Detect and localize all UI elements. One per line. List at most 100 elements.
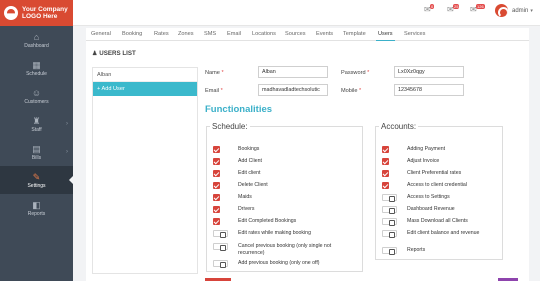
permission-row: Adding Payment — [382, 146, 445, 153]
notification-badge: 0 — [430, 4, 435, 9]
permission-row: Add previous booking (only one off) — [213, 260, 336, 268]
permission-row: Edit rates while making booking — [213, 230, 311, 238]
tab-zones[interactable]: Zones — [178, 31, 194, 37]
accounts-group: Accounts: Adding Payment Adjust Invoice Cl… — [375, 122, 503, 260]
permission-label: Drivers — [238, 206, 255, 212]
permission-label: Edit rates while making booking — [238, 230, 311, 236]
checked-toggle[interactable] — [382, 158, 389, 165]
customers-icon: ☺ — [31, 87, 42, 98]
email-field[interactable]: madhavadladtechsolutic — [258, 84, 328, 96]
user-avatar[interactable] — [495, 4, 508, 17]
sidebar: Your Company LOGO Here ⌂ Dashboard ▦ Schedu… — [0, 0, 74, 281]
checked-toggle[interactable] — [382, 182, 389, 189]
sidebar-item-label: Staff — [31, 126, 42, 133]
sidebar-item-settings[interactable]: ✎ Settings — [0, 166, 74, 194]
mobile-field[interactable]: 12345678 — [394, 84, 464, 96]
sidebar-nav: ⌂ Dashboard ▦ Schedule ☺ Customers ♜ Staff › ▤ Bil… — [0, 26, 74, 222]
sidebar-item-reports[interactable]: ◧ Reports — [0, 194, 73, 222]
sidebar-item-label: Bills — [31, 154, 42, 161]
permission-label: Reports — [407, 247, 426, 253]
permission-row: Edit Completed Bookings — [213, 218, 296, 225]
sidebar-item-label: Settings — [27, 182, 46, 189]
sidebar-item-dashboard[interactable]: ⌂ Dashboard — [0, 26, 73, 54]
logo-line-2: LOGO Here — [22, 13, 58, 20]
permission-label: Maids — [238, 194, 252, 200]
logo-icon — [4, 6, 18, 20]
tab-events[interactable]: Events — [316, 31, 333, 37]
notification-bell-1[interactable]: ✉ 0 — [424, 4, 438, 19]
checked-toggle[interactable] — [213, 218, 220, 225]
checked-toggle[interactable] — [382, 146, 389, 153]
sidebar-item-staff[interactable]: ♜ Staff › — [0, 110, 73, 138]
permission-row: Cancel previous booking (only single not… — [213, 243, 336, 256]
permission-label: Client Preferential rates — [407, 170, 462, 176]
permission-row: Bookings — [213, 146, 259, 153]
checked-toggle[interactable] — [382, 170, 389, 177]
tab-booking[interactable]: Booking — [122, 31, 142, 37]
name-field[interactable]: Alban — [258, 66, 328, 78]
chevron-down-icon: ▾ — [530, 8, 533, 14]
logo-line-1: Your Company — [22, 6, 68, 13]
permission-label: Dashboard Revenue — [407, 206, 455, 212]
permission-row: Maids — [213, 194, 252, 201]
unchecked-toggle[interactable] — [213, 260, 228, 268]
permission-row: Reports — [382, 247, 426, 255]
permission-row: Adjust Invoice — [382, 158, 439, 165]
checked-toggle[interactable] — [213, 158, 220, 165]
checked-toggle[interactable] — [213, 206, 220, 213]
tab-rates[interactable]: Rates — [154, 31, 169, 37]
unchecked-toggle[interactable] — [382, 218, 397, 226]
user-list-item[interactable]: Alban — [93, 68, 197, 82]
tab-users[interactable]: Users — [376, 31, 395, 41]
notification-badge: 25 — [453, 4, 460, 9]
mobile-label: Mobile * — [341, 88, 362, 94]
reports-icon: ◧ — [32, 199, 41, 210]
tab-locations[interactable]: Locations — [252, 31, 276, 37]
company-logo[interactable]: Your Company LOGO Here — [0, 0, 73, 26]
tab-sources[interactable]: Sources — [285, 31, 306, 37]
checked-toggle[interactable] — [213, 182, 220, 189]
user-menu[interactable]: admin ▾ — [512, 8, 533, 14]
sidebar-item-label: Reports — [27, 210, 46, 217]
add-user-button[interactable]: + Add User — [93, 82, 197, 96]
bills-icon: ▤ — [32, 143, 41, 154]
permission-label: Access to Settings — [407, 194, 450, 200]
sidebar-item-label: Customers — [24, 98, 49, 105]
users-list-title: ♟ USERS LIST — [92, 50, 136, 57]
unchecked-toggle[interactable] — [382, 206, 397, 214]
unchecked-toggle[interactable] — [213, 230, 228, 238]
permission-label: Add Client — [238, 158, 262, 164]
permission-row: Mass Download all Clients — [382, 218, 468, 226]
unchecked-toggle[interactable] — [382, 247, 397, 255]
unchecked-toggle[interactable] — [382, 194, 397, 202]
sidebar-item-bills[interactable]: ▤ Bills › — [0, 138, 73, 166]
calendar-icon: ▦ — [32, 59, 41, 70]
user-icon: ♟ — [92, 50, 98, 57]
tab-template[interactable]: Template — [343, 31, 366, 37]
notification-badge: 126 — [476, 4, 485, 9]
tab-general[interactable]: General — [91, 31, 111, 37]
permission-row: Client Preferential rates — [382, 170, 461, 177]
notification-bell-2[interactable]: ✉ 25 — [447, 4, 461, 19]
password-label: Password * — [341, 70, 370, 76]
password-field[interactable]: Lx0Xz0qgy — [394, 66, 464, 78]
permission-label: Adding Payment — [407, 146, 446, 152]
tab-sms[interactable]: SMS — [204, 31, 216, 37]
notification-bell-3[interactable]: ✉ 126 — [470, 4, 485, 19]
dashboard-icon: ⌂ — [33, 31, 40, 42]
unchecked-toggle[interactable] — [382, 230, 397, 238]
unchecked-toggle[interactable] — [213, 243, 228, 251]
permission-label: Mass Download all Clients — [407, 218, 468, 224]
sidebar-item-customers[interactable]: ☺ Customers — [0, 82, 73, 110]
checked-toggle[interactable] — [213, 170, 220, 177]
staff-icon: ♜ — [32, 115, 41, 126]
permission-label: Bookings — [238, 146, 260, 152]
tab-services[interactable]: Services — [404, 31, 425, 37]
tab-email[interactable]: Email — [227, 31, 241, 37]
users-list: Alban + Add User — [92, 67, 198, 274]
checked-toggle[interactable] — [213, 146, 220, 153]
top-bar: ✉ 0 ✉ 25 ✉ 126 admin ▾ — [73, 0, 540, 26]
schedule-legend: Schedule: — [212, 122, 248, 131]
sidebar-item-schedule[interactable]: ▦ Schedule — [0, 54, 73, 82]
checked-toggle[interactable] — [213, 194, 220, 201]
